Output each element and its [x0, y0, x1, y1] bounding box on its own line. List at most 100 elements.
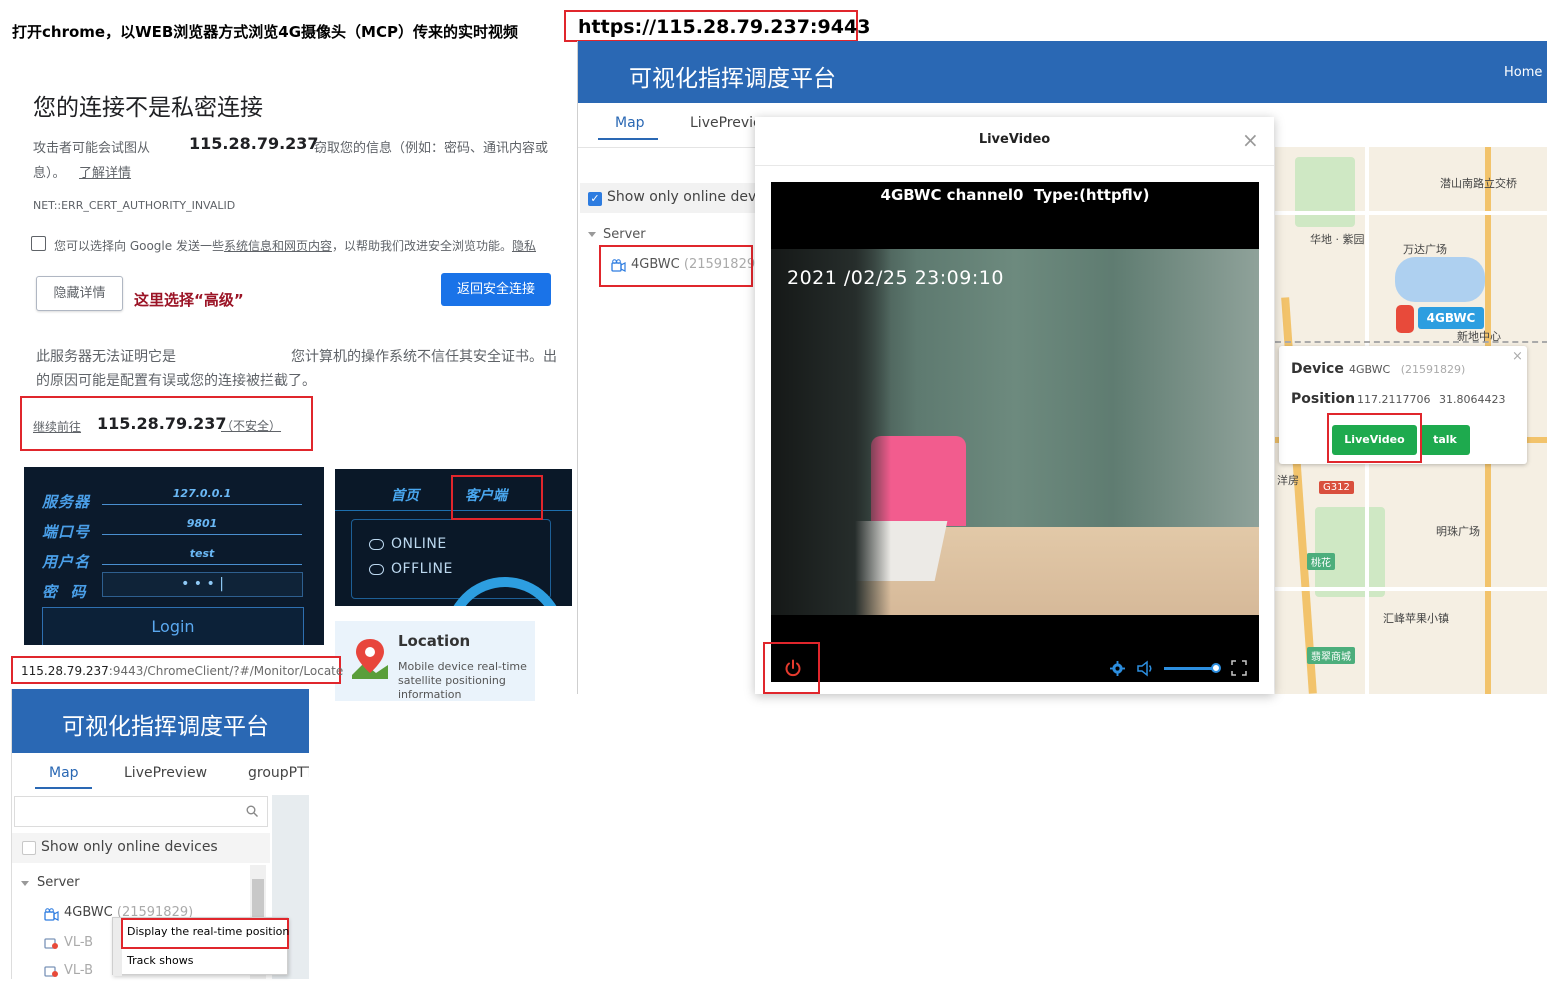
online-filter-label[interactable]: Show only online devic [607, 189, 768, 205]
modal-title: LiveVideo [978, 132, 1051, 147]
camera-device-icon [44, 908, 59, 921]
online-filter-checkbox[interactable] [22, 841, 36, 855]
send-report-suffix: ，以帮助我们改进安全浏览功能。 [331, 239, 512, 253]
device-marker-icon[interactable] [1396, 305, 1414, 333]
road-tag-g312: G312 [1319, 481, 1354, 494]
fullscreen-icon[interactable] [1231, 660, 1247, 676]
popup-latitude: 31.8064423 [1439, 393, 1506, 406]
server-field[interactable]: 127.0.0.1 [102, 485, 302, 505]
popup-device-name: 4GBWC [1349, 363, 1391, 376]
tree-device-vlb-1[interactable]: VL-B [64, 935, 93, 950]
privacy-desc-prefix: 攻击者可能会试图从 [33, 141, 151, 156]
livevideo-modal: LiveVideo × 4GBWC channel0 Type:(httpflv… [755, 117, 1274, 694]
address-bar[interactable]: 115.28.79.237:9443/ChromeClient/?#/Monit… [11, 656, 344, 684]
map-road [1275, 587, 1547, 591]
port-label: 端口号 [42, 523, 91, 541]
offline-label: OFFLINE [391, 561, 453, 577]
platform-title: 可视化指挥调度平台 [629, 66, 836, 92]
tree-scrollbar-thumb[interactable] [252, 879, 264, 917]
device-name: 4GBWC [64, 905, 113, 920]
online-label: ONLINE [391, 536, 447, 552]
privacy-desc-line2: 息）。 [33, 166, 66, 181]
location-desc: Mobile device real-time satellite positi… [398, 660, 527, 701]
password-field[interactable]: • • • | [102, 572, 303, 597]
online-filter-label[interactable]: Show only online devices [41, 839, 218, 855]
video-frame[interactable]: 2021 /02/25 23:09:10 [771, 249, 1259, 615]
map-railway [1275, 341, 1547, 344]
video-caption: 4GBWC channel0 Type:(httpflv) [880, 186, 1150, 204]
tree-device-vlb-2[interactable]: VL-B [64, 963, 93, 978]
device-highlight-box [599, 245, 753, 287]
proceed-link[interactable]: 继续前往 [33, 418, 81, 435]
hide-details-button[interactable]: 隐藏详情 [36, 276, 123, 311]
talk-button[interactable]: talk [1420, 425, 1470, 455]
map-label: 新地中心 [1457, 330, 1501, 343]
login-panel: 服务器 127.0.0.1 端口号 9801 用户名 test 密 码 • • … [24, 467, 324, 645]
active-tab-underline [35, 787, 92, 789]
collapse-arrow-icon[interactable] [588, 232, 596, 237]
tab-map[interactable]: Map [49, 765, 79, 781]
annotation-select-advanced: 这里选择“高级” [134, 291, 244, 309]
volume-slider-knob[interactable] [1211, 663, 1221, 673]
proceed-ip[interactable]: 115.28.79.237 [97, 414, 227, 433]
address-path: :9443/ChromeClient/?#/Monitor/Locate [108, 664, 344, 678]
back-to-safety-button[interactable]: 返回安全连接 [441, 273, 551, 306]
send-report-checkbox[interactable] [31, 236, 46, 251]
tab-home[interactable]: 首页 [391, 485, 419, 505]
menu-item-track-shows[interactable]: Track shows [127, 954, 193, 967]
location-pin-icon [352, 639, 388, 679]
volume-slider[interactable] [1164, 667, 1216, 670]
livevideo-highlight-box [1327, 413, 1422, 463]
client-tab-highlight-box [451, 475, 543, 520]
home-link[interactable]: Home [1504, 65, 1542, 80]
tree-server-node[interactable]: Server [603, 227, 646, 242]
cloud-offline-icon [369, 564, 384, 575]
gear-icon[interactable] [1110, 661, 1125, 676]
popup-device-id: (21591829) [1400, 363, 1466, 376]
tab-map[interactable]: Map [615, 115, 645, 131]
instruction-caption: 打开chrome，以WEB浏览器方式浏览4G摄像头（MCP）传来的实时视频 [12, 23, 518, 41]
proceed-unsafe-link[interactable]: （不安全） [221, 417, 281, 434]
map-label: 华地 · 紫园 [1310, 233, 1365, 246]
error-code: NET::ERR_CERT_AUTHORITY_INVALID [33, 199, 236, 212]
login-button[interactable]: Login [42, 607, 304, 645]
map-road [1275, 211, 1547, 215]
url-banner: https://115.28.79.237:9443 [564, 10, 870, 42]
volume-icon[interactable] [1136, 660, 1154, 677]
active-tab-underline [598, 138, 658, 140]
username-field[interactable]: test [102, 545, 302, 565]
online-filter-checkbox[interactable]: ✓ [588, 192, 602, 206]
privacy-link[interactable]: 隐私 [512, 239, 536, 253]
system-info-link[interactable]: 系统信息和网页内容 [224, 239, 332, 253]
port-field[interactable]: 9801 [102, 515, 302, 535]
popup-device-label: Device [1291, 361, 1344, 377]
device-search-input[interactable] [14, 796, 268, 827]
offline-device-icon [44, 938, 58, 949]
close-icon[interactable]: × [1242, 128, 1259, 152]
menu-item-realtime-position[interactable]: Display the real-time position [121, 918, 289, 949]
video-player[interactable]: 4GBWC channel0 Type:(httpflv) 2021 /02/2… [771, 182, 1259, 682]
popup-close-icon[interactable]: × [1512, 349, 1523, 364]
learn-more-link[interactable]: 了解详情 [79, 162, 131, 181]
tree-server-node[interactable]: Server [37, 875, 80, 890]
map-park [1295, 157, 1355, 227]
tab-livepreview[interactable]: LivePreview [124, 765, 207, 781]
cert-text-1: 此服务器无法证明它是 [36, 349, 176, 365]
device-map-label[interactable]: 4GBWC [1418, 307, 1484, 329]
map-lake [1395, 257, 1485, 302]
video-timestamp: 2021 /02/25 23:09:10 [787, 267, 1004, 289]
modal-divider [755, 165, 1274, 166]
collapse-arrow-icon[interactable] [21, 881, 29, 886]
power-highlight-box [763, 642, 820, 694]
online-filter-row: Show only online devices [12, 833, 270, 863]
map-park [1315, 507, 1385, 597]
map-label: 潜山南路立交桥 [1440, 177, 1517, 190]
offline-device-icon [44, 966, 58, 977]
tab-groupptt[interactable]: groupPTT [248, 765, 309, 781]
server-label: 服务器 [42, 493, 91, 511]
search-icon[interactable] [246, 805, 258, 817]
address-host: 115.28.79.237 [21, 664, 109, 678]
map-label: 翡翠商城 [1307, 647, 1355, 664]
send-report-text: 您可以选择向 Google 发送一些 [54, 239, 224, 253]
map-label: 洋房 [1277, 474, 1299, 487]
